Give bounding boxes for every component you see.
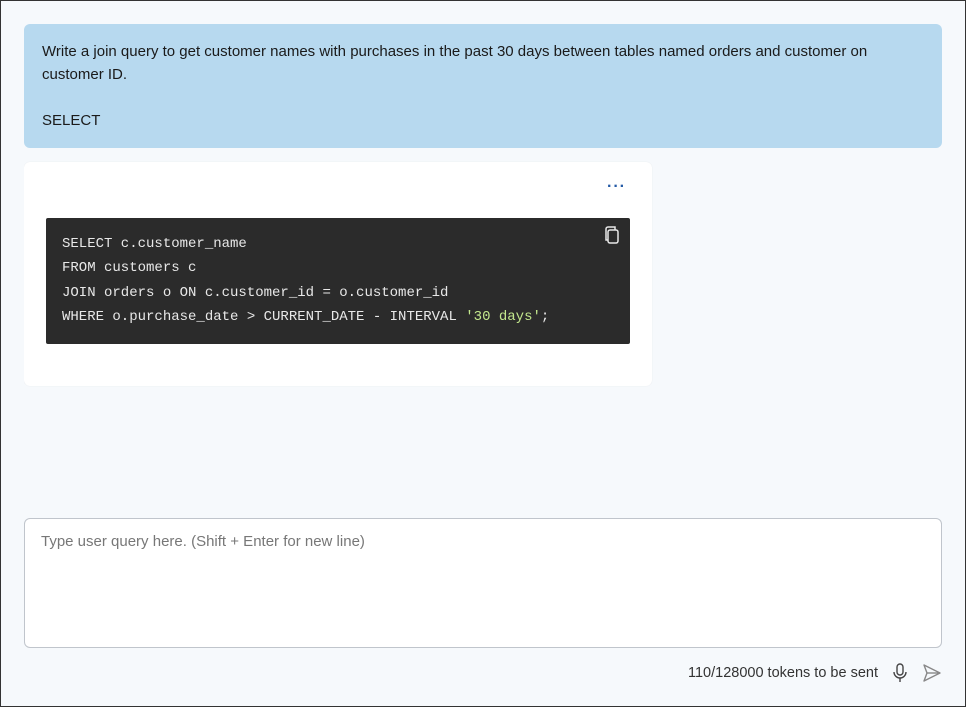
conversation-area: Write a join query to get customer names… xyxy=(24,24,942,504)
code-line-4: WHERE o.purchase_date > CURRENT_DATE - I… xyxy=(62,305,614,330)
query-input[interactable] xyxy=(24,518,942,648)
copy-icon xyxy=(604,226,620,244)
more-options-button[interactable]: ··· xyxy=(607,178,626,196)
send-button[interactable] xyxy=(922,663,942,683)
response-card: ··· SELECT c.customer_name FROM customer… xyxy=(24,162,652,386)
user-prompt-text: Write a join query to get customer names… xyxy=(42,40,924,87)
input-section: 110/128000 tokens to be sent xyxy=(24,518,942,683)
response-header: ··· xyxy=(46,180,630,218)
send-icon xyxy=(922,663,942,683)
code-block: SELECT c.customer_name FROM customers c … xyxy=(46,218,630,344)
code-line-3: JOIN orders o ON c.customer_id = o.custo… xyxy=(62,281,614,306)
code-line-2: FROM customers c xyxy=(62,256,614,281)
user-message: Write a join query to get customer names… xyxy=(24,24,942,148)
chat-container: Write a join query to get customer names… xyxy=(1,1,965,706)
user-code-prefix: SELECT xyxy=(42,109,924,132)
microphone-icon xyxy=(892,663,908,683)
microphone-button[interactable] xyxy=(892,663,908,683)
copy-button[interactable] xyxy=(604,226,620,254)
token-count-text: 110/128000 tokens to be sent xyxy=(688,665,878,681)
status-bar: 110/128000 tokens to be sent xyxy=(24,653,942,683)
code-line-1: SELECT c.customer_name xyxy=(62,232,614,257)
